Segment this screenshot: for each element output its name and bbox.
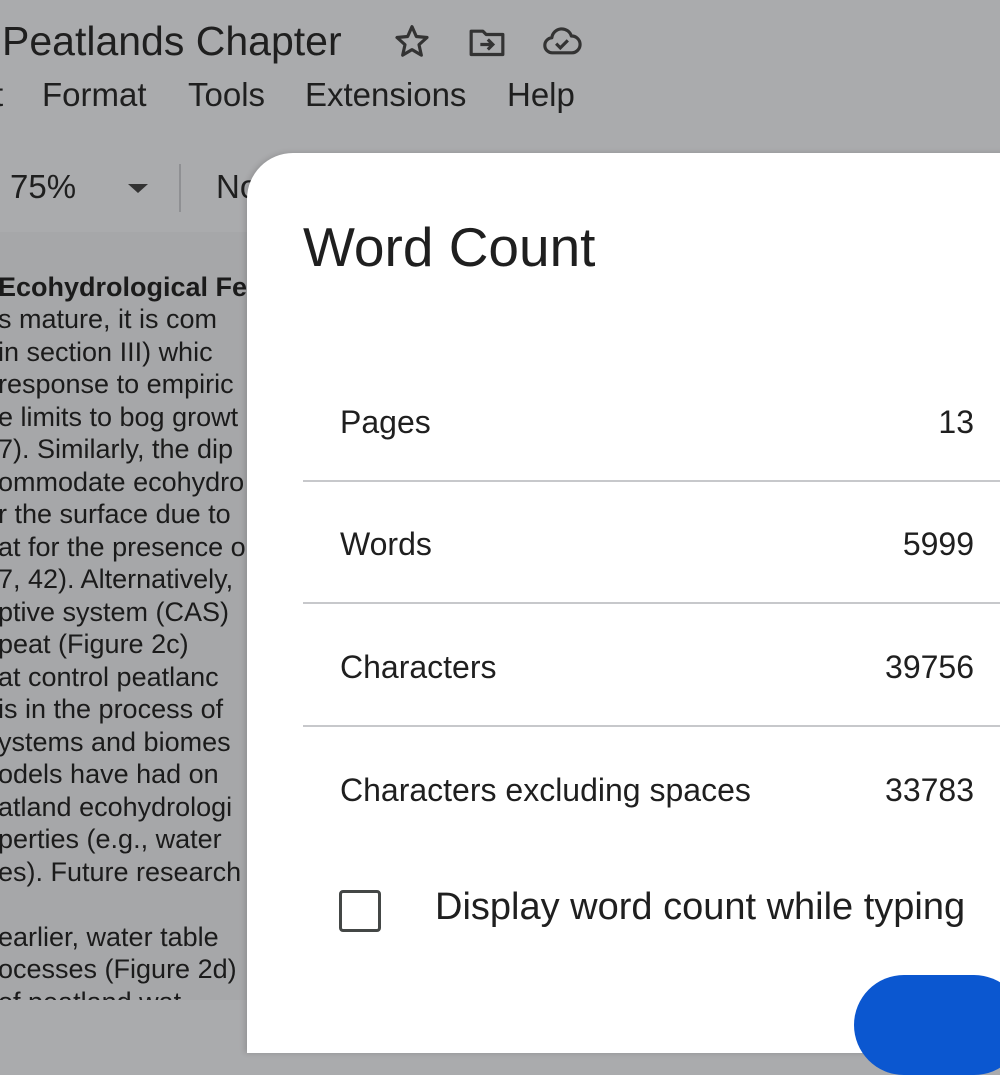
document-line: ommodate ecohydro [0,466,245,497]
document-line: e limits to bog growt [0,401,239,432]
menu-help[interactable]: Help [507,76,575,114]
toolbar-divider [179,164,181,212]
stat-row-words: Words 5999 [303,480,1000,604]
stat-label: Pages [340,404,431,440]
document-line: r the surface due to [0,499,231,529]
stat-row-characters: Characters 39756 [303,603,1000,727]
document-line: s mature, it is com [0,304,218,334]
stat-label: Words [340,526,432,562]
document-line: 7). Similarly, the dip [0,434,234,464]
word-count-dialog: Word Count Pages 13 Words 5999 Character… [247,153,1000,1075]
document-line: of peatland wat [0,987,181,1001]
document-line: ocesses (Figure 2d) [0,954,237,984]
stat-row-pages: Pages 13 [303,358,1000,482]
section-heading: Ecohydrological Fe [0,272,248,302]
display-word-count-checkbox[interactable] [339,890,381,932]
document-line: peat (Figure 2c) [0,629,189,659]
document-line: odels have had on [0,759,219,789]
menu-format[interactable]: Format [42,76,147,114]
document-line: perties (e.g., water [0,824,222,854]
menu-tools[interactable]: Tools [188,76,265,114]
zoom-select[interactable]: 75% [10,168,76,206]
document-title[interactable]: Peatlands Chapter [2,18,342,65]
document-line: es). Future research [0,856,242,887]
stat-value: 5999 [902,526,974,562]
chevron-down-icon[interactable] [128,184,148,193]
document-line: response to empiric [0,369,234,399]
stat-label: Characters [340,649,497,685]
document-line: at for the presence o [0,531,246,562]
document-line: atland ecohydrologi [0,791,233,822]
menu-extensions[interactable]: Extensions [305,76,466,114]
stat-row-characters-excluding-spaces: Characters excluding spaces 33783 [303,726,1000,848]
document-line: is in the process of [0,694,224,724]
document-line: in section III) whic [0,336,213,367]
cloud-saved-icon[interactable] [542,22,582,62]
document-line: earlier, water table [0,921,219,952]
ok-button[interactable] [854,975,1000,1075]
stat-label: Characters excluding spaces [340,772,751,808]
move-to-folder-icon[interactable] [467,22,507,62]
document-line: 7, 42). Alternatively, [0,564,234,594]
document-line: ptive system (CAS) [0,596,230,627]
stat-value: 39756 [885,649,974,685]
dialog-title: Word Count [303,216,596,278]
star-icon[interactable] [392,22,432,62]
display-word-count-label[interactable]: Display word count while typing [435,886,965,929]
stat-value: 33783 [885,772,974,808]
document-line: at control peatlanc [0,661,219,692]
document-line: ystems and biomes [0,726,231,757]
menu-insert[interactable]: t [0,76,3,114]
stat-value: 13 [938,404,974,440]
